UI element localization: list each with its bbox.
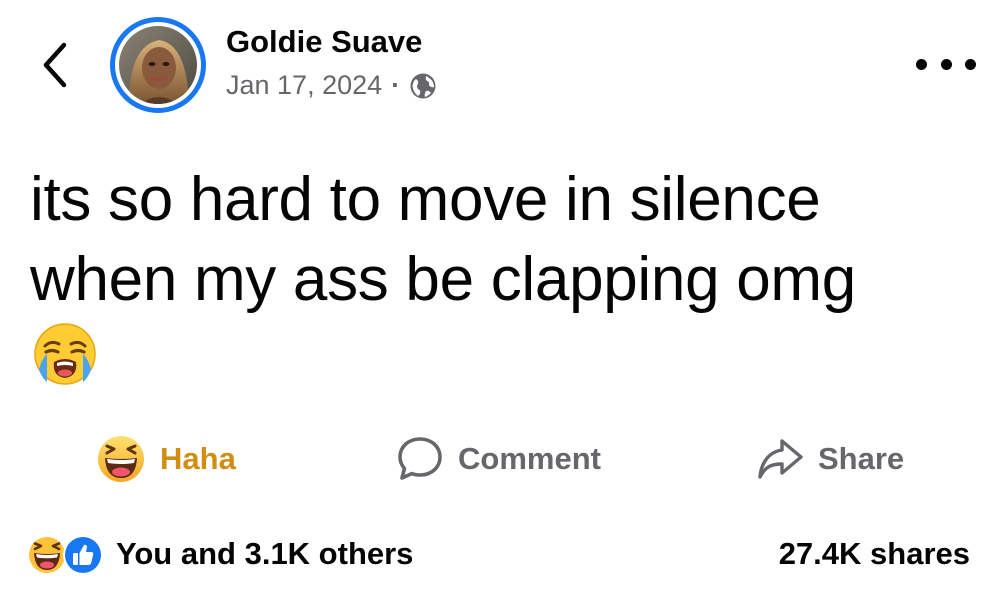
chevron-left-icon — [43, 42, 67, 88]
share-label: Share — [818, 441, 905, 476]
back-button[interactable] — [30, 35, 80, 95]
comment-icon — [396, 435, 444, 483]
like-reaction-icon — [63, 535, 103, 575]
post-meta: Jan 17, 2024 · — [226, 70, 437, 101]
comment-label: Comment — [458, 441, 601, 476]
more-options-button[interactable] — [916, 52, 976, 76]
haha-label: Haha — [160, 441, 236, 476]
meta-separator: · — [391, 70, 401, 100]
globe-icon — [409, 72, 437, 100]
haha-icon — [96, 434, 146, 484]
reactions-text: You and 3.1K others — [116, 536, 414, 571]
comment-button[interactable]: Comment — [396, 430, 601, 488]
reaction-badges — [26, 532, 106, 576]
post-text: its so hard to move in silence when my a… — [30, 165, 856, 314]
shares-count[interactable]: 27.4K shares — [779, 530, 970, 578]
post-date[interactable]: Jan 17, 2024 — [226, 70, 382, 101]
profile-photo — [119, 26, 197, 104]
loudly-crying-face-emoji — [33, 322, 97, 386]
haha-button[interactable]: Haha — [96, 430, 236, 488]
avatar[interactable] — [110, 17, 206, 113]
more-horizontal-icon — [916, 58, 927, 70]
author-name[interactable]: Goldie Suave — [226, 24, 422, 60]
reactions-summary[interactable]: You and 3.1K others — [26, 530, 413, 578]
share-icon — [756, 435, 804, 483]
share-button[interactable]: Share — [756, 430, 904, 488]
